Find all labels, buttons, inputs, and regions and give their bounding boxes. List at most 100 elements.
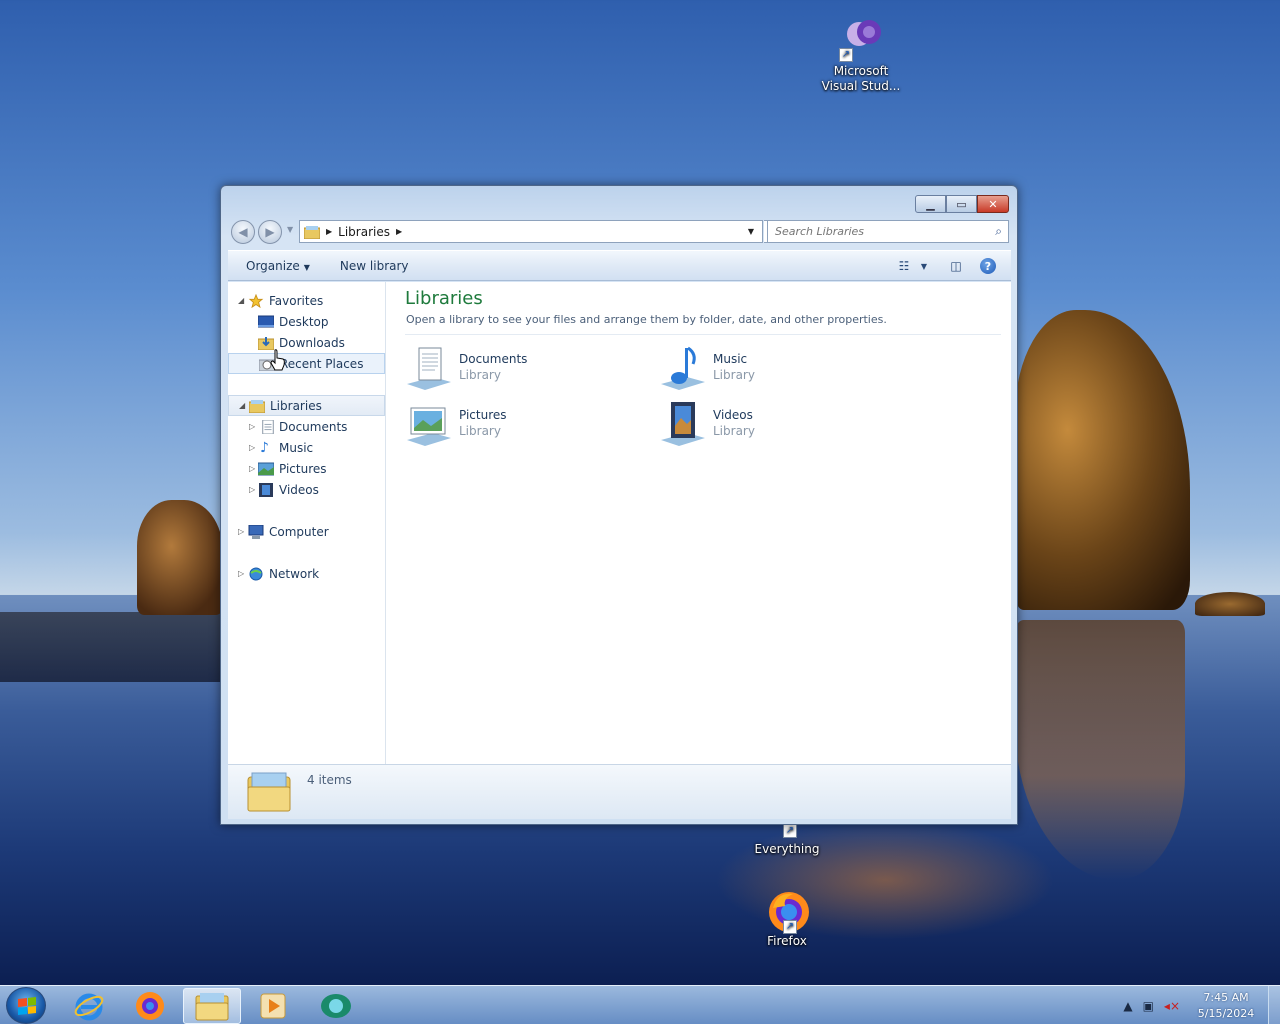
libraries-folder-icon [247,772,291,812]
details-pane: 4 items [228,764,1011,819]
explorer-window[interactable]: ▁ ▭ ✕ ◀ ▶ ▼ ▶ Libraries ▶ ▼ ⇆ ⌕ Organize… [220,185,1018,825]
music-icon: ♪ [260,439,269,456]
page-subtitle: Open a library to see your files and arr… [406,313,887,326]
back-arrow-icon: ◀ [238,225,248,239]
nav-item-desktop[interactable]: Desktop [228,311,385,332]
collapsed-arrow-icon[interactable]: ▷ [238,527,244,536]
collapsed-arrow-icon[interactable]: ▷ [238,569,244,578]
breadcrumb-separator-icon[interactable]: ▶ [396,227,402,236]
libraries-icon [304,225,320,239]
back-button[interactable]: ◀ [231,220,255,244]
recent-pages-dropdown[interactable]: ▼ [287,225,293,234]
nav-item-network[interactable]: ▷ Network [228,563,385,584]
nav-item-recent-places[interactable]: Recent Places [228,353,385,374]
taskbar-internet-explorer[interactable] [60,988,118,1024]
hand-cursor-icon [270,349,285,371]
content-area: ◢ Favorites Desktop Downloads Recent Pla… [228,282,1011,764]
search-icon[interactable]: ⌕ [995,224,1002,239]
change-view-button[interactable]: ☷ [895,257,913,275]
desktop-icon-visual-studio[interactable]: ↗ Microsoft Visual Stud... [815,18,907,94]
preview-pane-icon: ◫ [950,259,962,273]
taskbar-media-player[interactable] [244,988,302,1024]
wallpaper-rock-left [137,500,223,615]
nav-label: Recent Places [280,356,364,371]
clock[interactable]: 7:45 AM 5/15/2024 [1190,990,1262,1022]
library-kind: Library [459,424,501,438]
nav-item-documents[interactable]: ▷ Documents [228,416,385,437]
documents-icon [262,419,274,434]
library-kind: Library [713,424,755,438]
pictures-icon [258,462,274,475]
help-button[interactable]: ? [979,257,997,275]
media-player-icon [260,993,286,1019]
nav-item-videos[interactable]: ▷ Videos [228,479,385,500]
forward-button[interactable]: ▶ [258,220,282,244]
desktop-icon-firefox[interactable]: ↗ Firefox [741,888,833,949]
address-bar[interactable]: ▶ Libraries ▶ ▼ [299,220,763,243]
taskbar-firefox[interactable] [121,988,179,1024]
library-kind: Library [713,368,755,382]
nav-item-computer[interactable]: ▷ Computer [228,521,385,542]
wallpaper-rock-right [1015,310,1190,610]
item-count: 4 items [307,773,352,787]
shortcut-arrow-icon: ↗ [783,824,797,838]
preview-pane-button[interactable]: ◫ [947,257,965,275]
breadcrumb-separator-icon[interactable]: ▶ [326,227,332,236]
nav-label: Libraries [270,398,322,413]
system-tray: ▲ ▣ ◂× 7:45 AM 5/15/2024 [1123,986,1280,1024]
show-desktop-button[interactable] [1268,986,1280,1024]
forward-arrow-icon: ▶ [265,225,275,239]
libraries-icon [249,399,265,413]
expanded-arrow-icon[interactable]: ◢ [238,296,244,305]
divider [405,334,1001,335]
network-status-icon[interactable]: ▣ [1143,999,1154,1013]
library-name: Pictures [459,408,507,422]
show-hidden-icons-icon[interactable]: ▲ [1123,999,1132,1013]
expanded-arrow-icon[interactable]: ◢ [239,401,245,410]
breadcrumb-libraries[interactable]: Libraries [338,225,390,239]
search-input[interactable] [775,225,975,238]
taskbar-windows-explorer[interactable] [183,988,241,1024]
search-box[interactable]: ⌕ [767,220,1009,243]
view-dropdown-icon[interactable]: ▼ [915,257,933,275]
desktop-icon [258,315,274,327]
new-library-button[interactable]: New library [340,259,409,273]
nav-item-pictures[interactable]: ▷ Pictures [228,458,385,479]
start-button[interactable] [6,987,46,1024]
nav-item-libraries[interactable]: ◢ Libraries [228,395,385,416]
collapsed-arrow-icon[interactable]: ▷ [249,422,255,431]
visual-studio-icon: ↗ [837,18,885,62]
collapsed-arrow-icon[interactable]: ▷ [249,464,255,473]
taskbar: ▲ ▣ ◂× 7:45 AM 5/15/2024 [0,985,1280,1024]
library-item-music[interactable]: Music Library [659,344,889,396]
minimize-button[interactable]: ▁ [915,195,946,213]
nav-item-downloads[interactable]: Downloads [228,332,385,353]
nav-item-music[interactable]: ▷ ♪ Music [228,437,385,458]
navigation-bar: ◀ ▶ ▼ ▶ Libraries ▶ ▼ ⇆ ⌕ [229,219,1011,245]
minimize-icon: ▁ [926,197,935,211]
collapsed-arrow-icon[interactable]: ▷ [249,485,255,494]
app-icon [321,994,351,1018]
collapsed-arrow-icon[interactable]: ▷ [249,443,255,452]
videos-icon [259,482,273,497]
nav-label: Pictures [279,461,327,476]
organize-button[interactable]: Organize ▼ [246,259,310,273]
taskbar-app[interactable] [307,988,365,1024]
nav-item-favorites[interactable]: ◢ Favorites [228,290,385,311]
close-button[interactable]: ✕ [977,195,1009,213]
clock-time: 7:45 AM [1203,990,1249,1004]
volume-muted-icon[interactable]: ◂× [1164,999,1180,1013]
wallpaper-rock-small [1195,592,1265,616]
address-dropdown-icon[interactable]: ▼ [748,227,754,236]
chevron-down-icon: ▼ [303,262,310,272]
windows-explorer-icon [195,993,229,1021]
library-item-pictures[interactable]: Pictures Library [405,400,635,452]
library-item-videos[interactable]: Videos Library [659,400,889,452]
library-item-documents[interactable]: Documents Library [405,344,635,396]
nav-label: Favorites [269,293,324,308]
nav-label: Downloads [279,335,345,350]
maximize-icon: ▭ [956,197,967,211]
maximize-button[interactable]: ▭ [946,195,977,213]
view-controls: ☷ ▼ ◫ ? [881,257,997,275]
firefox-icon: ↗ [763,888,811,934]
